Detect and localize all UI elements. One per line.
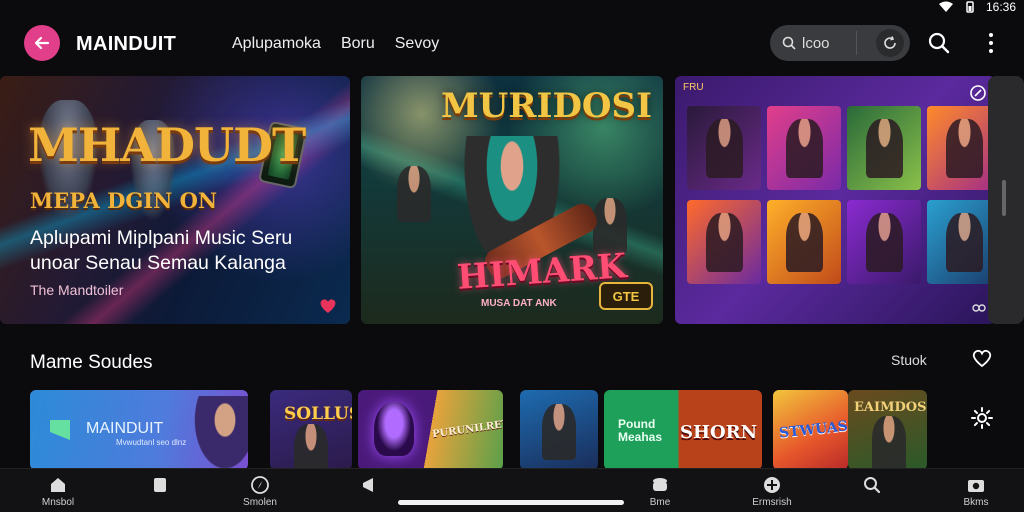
artist-tile[interactable] (847, 200, 921, 284)
wifi-icon (938, 1, 953, 12)
artist-tile[interactable] (847, 106, 921, 190)
hero-1-sub-label: The Mandtoiler (30, 282, 124, 298)
row-card-5-art-title: SHORN (680, 422, 758, 443)
row-card-2-title: SOLLUS (284, 404, 352, 424)
status-time: 16:36 (985, 0, 1016, 14)
bottom-nav-compass[interactable]: Smolen (220, 475, 300, 508)
bottom-nav-tag[interactable] (120, 475, 200, 497)
nav-item-1[interactable]: Aplupamoka (232, 35, 321, 53)
tag-icon (154, 478, 166, 492)
hero-2-art-title: MURIDOSI (441, 86, 653, 126)
pill-divider (856, 31, 857, 55)
megaphone-icon (363, 478, 373, 492)
top-nav: Aplupamoka Boru Sevoy (232, 35, 439, 53)
hero-1-description-line-2: unoar Senau Semau Kalanga (30, 252, 286, 274)
refresh-icon (884, 36, 896, 49)
bottom-nav-plus[interactable]: Ermsrish (732, 475, 812, 508)
artist-tile[interactable] (767, 200, 841, 284)
nav-item-2[interactable]: Boru (341, 35, 375, 53)
character-image (294, 424, 328, 470)
heart-icon[interactable] (318, 296, 338, 316)
artist-tile[interactable] (687, 106, 761, 190)
gear-icon[interactable] (970, 406, 994, 430)
hero-1-description: Aplupami Miplpani Music Seru unoar Senau… (30, 226, 292, 276)
heart-outline-icon[interactable] (970, 346, 994, 370)
row-card-3-title: PURUNILRET (431, 418, 503, 441)
search-pill[interactable]: lcoo (770, 25, 910, 61)
hero-1-art-tagline: MEPA DGIN ON (30, 188, 218, 213)
artist-tile[interactable] (927, 106, 995, 190)
hero-2-badge: GTE (599, 282, 653, 310)
row-card-5-title: Pound Meahas (618, 418, 662, 444)
search-icon (864, 477, 881, 494)
bottom-nav-label: Bme (649, 497, 671, 508)
hero-1-art-title: MHADUDT (28, 118, 306, 172)
character-image (542, 404, 576, 460)
hero-card-1[interactable]: MHADUDT MEPA DGIN ON Aplupami Miplpani M… (0, 76, 350, 324)
compass-icon (251, 476, 269, 494)
hero-2-art-caption: MUSA DAT ANK (481, 298, 557, 309)
home-indicator[interactable] (398, 500, 624, 505)
hero-card-2[interactable]: MURIDOSI HIMARK MUSA DAT ANK GTE (361, 76, 663, 324)
bottom-nav-camera[interactable]: Bkms (936, 475, 1016, 508)
bottom-nav: Mnsbol Smolen Bme Ermsrish Bkms (0, 468, 1024, 512)
nav-item-3[interactable]: Sevoy (395, 35, 439, 53)
row-card-2[interactable]: SOLLUS (270, 390, 352, 470)
hero-1-description-line-1: Aplupami Miplpani Music Seru (30, 227, 293, 249)
link-icon[interactable] (971, 300, 987, 316)
top-bar: MAINDUIT Aplupamoka Boru Sevoy lcoo (0, 22, 1024, 66)
status-bar: 16:36 (884, 0, 1024, 14)
row-card-7[interactable]: EAIMDOS (848, 390, 927, 470)
bottom-nav-stack[interactable]: Bme (620, 475, 700, 508)
arrow-left-icon (34, 36, 50, 50)
artist-tile[interactable] (767, 106, 841, 190)
section-action-link[interactable]: Stuok (891, 352, 927, 368)
app-title: MAINDUIT (76, 33, 177, 55)
row-card-5[interactable]: Pound Meahas SHORN (604, 390, 762, 470)
row-card-6[interactable]: STWUAS (773, 390, 848, 470)
search-icon-button[interactable] (926, 30, 952, 56)
back-button[interactable] (24, 25, 60, 61)
devil-image (374, 402, 414, 456)
section-title: Mame Soudes (30, 352, 153, 373)
bottom-nav-label: Mnsbol (41, 497, 75, 508)
hero-card-3[interactable]: FRU (675, 76, 995, 324)
side-scroll-handle[interactable] (988, 76, 1024, 324)
artist-tile[interactable] (687, 200, 761, 284)
camera-icon (968, 480, 984, 492)
bottom-nav-label: Ermsrish (752, 497, 792, 508)
hero-3-corner-label: FRU (683, 82, 704, 93)
plus-circle-icon (764, 477, 780, 493)
row-card-3[interactable]: PURUNILRET (358, 390, 503, 470)
bottom-nav-label: Bkms (963, 497, 989, 508)
row-card-1-name: MAINDUIT (86, 420, 164, 437)
artist-tile[interactable] (927, 200, 995, 284)
row-card-6-title: STWUAS (778, 418, 848, 442)
character-image (872, 416, 906, 470)
home-icon (51, 478, 65, 492)
row-card-1[interactable]: MAINDUIT Mvwudtanl seo dlnz (30, 390, 248, 470)
bottom-nav-label: Smolen (243, 497, 277, 508)
brand-logo-icon (50, 420, 70, 440)
artist-grid (687, 106, 995, 284)
refresh-button[interactable] (876, 29, 904, 57)
stack-icon (653, 478, 667, 491)
row-card-4[interactable] (520, 390, 598, 470)
band-member-image (397, 166, 431, 222)
row-card-5-title-line-2: Meahas (618, 430, 663, 444)
search-pill-text: lcoo (802, 34, 830, 52)
share-icon[interactable] (969, 84, 987, 102)
more-menu-button[interactable] (982, 30, 1000, 56)
bottom-nav-home[interactable]: Mnsbol (18, 475, 98, 508)
character-image (190, 396, 248, 470)
battery-icon (966, 1, 974, 13)
row-card-1-sub: Mvwudtanl seo dlnz (116, 438, 187, 447)
bottom-nav-megaphone[interactable] (330, 475, 410, 497)
search-icon (782, 36, 796, 50)
bottom-nav-search[interactable] (832, 475, 912, 497)
row-card-7-title: EAIMDOS (854, 400, 927, 415)
